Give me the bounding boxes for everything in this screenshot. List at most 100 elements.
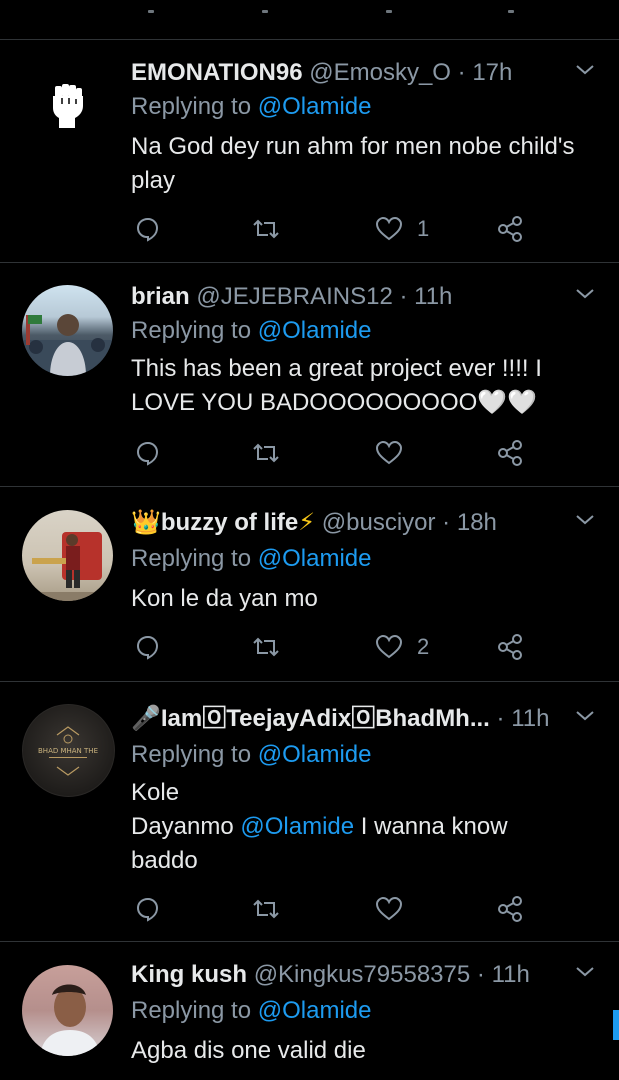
- timestamp[interactable]: 18h: [457, 509, 497, 536]
- text-line: play: [131, 167, 176, 194]
- avatar[interactable]: [22, 510, 113, 601]
- avatar-photo: [22, 314, 113, 376]
- chevron-down-icon[interactable]: [573, 58, 597, 82]
- replying-to: Replying to @Olamide: [131, 740, 371, 770]
- tweet-header: King kush @Kingkus79558375 · 11h: [131, 960, 571, 990]
- avatar-logo-text: BHAD MHAN THE: [38, 747, 98, 755]
- like-button[interactable]: [375, 894, 417, 924]
- tweet-actions: [131, 438, 591, 468]
- timestamp[interactable]: 11h: [414, 283, 452, 310]
- user-handle[interactable]: @busciyor: [322, 509, 436, 536]
- replying-label: Replying to: [131, 997, 258, 1024]
- heart-icon: [375, 634, 403, 659]
- reply-button[interactable]: [135, 438, 161, 468]
- reply-button[interactable]: [135, 632, 161, 662]
- heart-icon: [375, 440, 403, 465]
- mention-link[interactable]: @Olamide: [258, 93, 372, 120]
- retweet-button[interactable]: [251, 894, 281, 924]
- share-button[interactable]: [497, 214, 525, 244]
- display-name[interactable]: King kush: [131, 961, 247, 988]
- divider: [0, 681, 619, 682]
- reply-button[interactable]: [135, 894, 161, 924]
- avatar[interactable]: [22, 58, 113, 149]
- display-name[interactable]: 👑buzzy of life⚡: [131, 509, 315, 536]
- tweet-header: 🎤Iam🄾TeejayAdix🄾BhadMh... · 11h: [131, 704, 571, 734]
- heart-icon: [375, 216, 403, 241]
- like-button[interactable]: [375, 438, 417, 468]
- text-line: baddo: [131, 847, 198, 874]
- display-name[interactable]: 🎤Iam🄾TeejayAdix🄾BhadMh...: [131, 705, 490, 732]
- like-icon-partial: [386, 10, 392, 13]
- lightning-emoji: ⚡: [298, 509, 316, 536]
- share-button[interactable]: [497, 632, 525, 662]
- timestamp[interactable]: 11h: [511, 705, 549, 732]
- mention-link[interactable]: @Olamide: [258, 741, 372, 768]
- retweet-button[interactable]: [251, 632, 281, 662]
- avatar[interactable]: BHAD MHAN THE: [22, 704, 115, 797]
- previous-tweet-actions-partial: [0, 0, 619, 40]
- avatar[interactable]: [22, 965, 113, 1056]
- retweet-button[interactable]: [251, 214, 281, 244]
- user-handle[interactable]: @Emosky_O: [309, 59, 451, 86]
- tweet-actions: 1: [131, 214, 591, 244]
- avatar-logo: BHAD MHAN THE: [38, 726, 98, 776]
- text-line: This has been a great project ever !!!! …: [131, 355, 542, 382]
- replying-label: Replying to: [131, 317, 258, 344]
- like-button[interactable]: 2: [375, 632, 429, 662]
- replying-to: Replying to @Olamide: [131, 316, 371, 346]
- display-name[interactable]: EMONATION96: [131, 59, 303, 86]
- chevron-down-icon[interactable]: [573, 282, 597, 306]
- replying-label: Replying to: [131, 93, 258, 120]
- share-button[interactable]: [497, 438, 525, 468]
- text-line: Kon le da yan mo: [131, 585, 318, 612]
- user-handle[interactable]: @JEJEBRAINS12: [196, 283, 392, 310]
- heart-icon: [375, 896, 403, 921]
- chevron-down-icon[interactable]: [573, 704, 597, 728]
- tweet-actions: [131, 894, 591, 924]
- reply-icon: [136, 897, 159, 922]
- share-icon: [498, 216, 522, 242]
- retweet-icon-partial: [262, 10, 268, 13]
- tweet-actions: 2: [131, 632, 591, 662]
- share-icon: [498, 634, 522, 660]
- reply-icon: [136, 635, 159, 660]
- text-fragment: Dayanmo: [131, 813, 241, 840]
- separator: ·: [476, 961, 485, 988]
- chevron-down-icon[interactable]: [573, 508, 597, 532]
- like-button[interactable]: 1: [375, 214, 429, 244]
- mention-link[interactable]: @Olamide: [258, 545, 372, 572]
- retweet-icon: [253, 219, 279, 239]
- avatar-photo: [22, 532, 113, 601]
- tweet-text: Kon le da yan mo: [131, 582, 605, 616]
- tweet-header: EMONATION96 @Emosky_O · 17h: [131, 58, 571, 88]
- separator: ·: [399, 283, 408, 310]
- share-icon: [498, 440, 522, 466]
- tweet-text: Kole Dayanmo @Olamide I wanna know baddo: [131, 776, 605, 878]
- text-line: LOVE YOU BADOOOOOOOOO🤍🤍: [131, 389, 538, 416]
- avatar[interactable]: [22, 285, 113, 376]
- timestamp[interactable]: 11h: [492, 961, 530, 988]
- scroll-indicator[interactable]: [613, 1010, 619, 1040]
- display-name[interactable]: brian: [131, 283, 190, 310]
- retweet-button[interactable]: [251, 438, 281, 468]
- tweet-header: brian @JEJEBRAINS12 · 11h: [131, 282, 571, 312]
- reply-button[interactable]: [135, 214, 161, 244]
- mention-link[interactable]: @Olamide: [240, 813, 354, 840]
- share-button[interactable]: [497, 894, 525, 924]
- text-line: Kole: [131, 779, 180, 806]
- text-line: Dayanmo @Olamide I wanna know: [131, 810, 605, 844]
- crown-emoji: 👑: [131, 509, 161, 536]
- tweet-header: 👑buzzy of life⚡ @busciyor · 18h: [131, 508, 571, 538]
- chevron-down-icon[interactable]: [573, 960, 597, 984]
- separator: ·: [442, 509, 451, 536]
- divider: [0, 39, 619, 40]
- display-name-text: Iam🄾TeejayAdix🄾BhadMh...: [160, 705, 490, 732]
- user-handle[interactable]: @Kingkus79558375: [254, 961, 471, 988]
- mention-link[interactable]: @Olamide: [258, 317, 372, 344]
- mention-link[interactable]: @Olamide: [258, 997, 372, 1024]
- divider: [0, 941, 619, 942]
- display-name-text: buzzy of life: [160, 509, 299, 536]
- timestamp[interactable]: 17h: [472, 59, 512, 86]
- reply-icon: [136, 441, 159, 466]
- replying-label: Replying to: [131, 545, 258, 572]
